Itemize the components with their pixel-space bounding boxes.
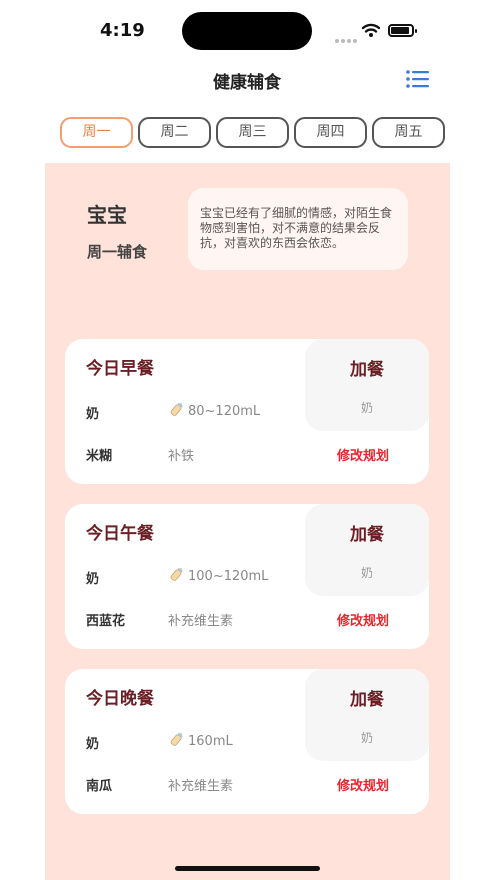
food-name: 米糊 — [86, 449, 113, 464]
extra-meal-title: 加餐 — [350, 525, 384, 545]
nav-bar: 健康辅食 — [0, 56, 494, 100]
edit-plan-button[interactable]: 修改规划 — [337, 610, 389, 629]
home-indicator[interactable] — [175, 866, 320, 871]
extra-meal-title: 加餐 — [350, 690, 384, 710]
tab-wednesday[interactable]: 周三 — [216, 117, 289, 148]
extra-meal-box[interactable]: 加餐 奶 — [305, 504, 429, 596]
milk-label: 奶 — [86, 572, 100, 587]
baby-bottle-icon — [170, 567, 183, 581]
food-name: 西蓝花 — [86, 614, 126, 629]
milk-amount: 100~120mL — [188, 569, 269, 584]
day-tabs: 周一 周二 周三 周四 周五 — [60, 117, 450, 149]
development-note: 宝宝已经有了细腻的情感，对陌生食物感到害怕，对不满意的结果会反抗，对喜欢的东西会… — [188, 188, 408, 270]
milk-amount: 80~120mL — [188, 404, 261, 419]
baby-bottle-icon — [170, 402, 183, 416]
edit-plan-button[interactable]: 修改规划 — [337, 445, 389, 464]
meal-plan-panel: 宝宝 周一辅食 宝宝已经有了细腻的情感，对陌生食物感到害怕，对不满意的结果会反抗… — [45, 163, 450, 880]
tab-thursday[interactable]: 周四 — [294, 117, 367, 148]
status-time: 4:19 — [100, 20, 145, 41]
status-bar: 4:19 — [0, 0, 494, 56]
battery-icon — [388, 24, 417, 37]
extra-meal-box[interactable]: 加餐 奶 — [305, 339, 429, 431]
tab-monday[interactable]: 周一 — [60, 117, 133, 148]
milk-amount: 160mL — [188, 734, 233, 749]
meal-title: 今日早餐 — [86, 359, 154, 379]
extra-meal-title: 加餐 — [350, 360, 384, 380]
extra-meal-item: 奶 — [360, 731, 373, 745]
meal-card-breakfast: 今日早餐 奶 80~120mL 米糊 补铁 加餐 奶 修改规划 — [65, 339, 429, 484]
wifi-icon — [362, 23, 380, 37]
baby-bottle-icon — [170, 732, 183, 746]
meal-title: 今日晚餐 — [86, 689, 154, 709]
food-note: 补充维生素 — [168, 779, 234, 794]
cellular-signal-icon — [335, 28, 359, 47]
food-note: 补充维生素 — [168, 614, 234, 629]
meal-title: 今日午餐 — [86, 524, 154, 544]
meal-card-dinner: 今日晚餐 奶 160mL 南瓜 补充维生素 加餐 奶 修改规划 — [65, 669, 429, 814]
tab-tuesday[interactable]: 周二 — [138, 117, 211, 148]
baby-subtitle: 周一辅食 — [87, 243, 148, 261]
extra-meal-box[interactable]: 加餐 奶 — [305, 669, 429, 761]
extra-meal-item: 奶 — [360, 566, 373, 580]
meal-card-lunch: 今日午餐 奶 100~120mL 西蓝花 补充维生素 加餐 奶 修改规划 — [65, 504, 429, 649]
edit-plan-button[interactable]: 修改规划 — [337, 775, 389, 794]
baby-name: 宝宝 — [87, 203, 127, 227]
milk-label: 奶 — [86, 737, 100, 752]
food-note: 补铁 — [168, 449, 195, 464]
tab-friday[interactable]: 周五 — [372, 117, 445, 148]
dynamic-island — [182, 12, 312, 50]
extra-meal-item: 奶 — [360, 401, 373, 415]
milk-label: 奶 — [86, 407, 100, 422]
food-name: 南瓜 — [86, 779, 113, 794]
list-icon[interactable] — [405, 68, 431, 90]
